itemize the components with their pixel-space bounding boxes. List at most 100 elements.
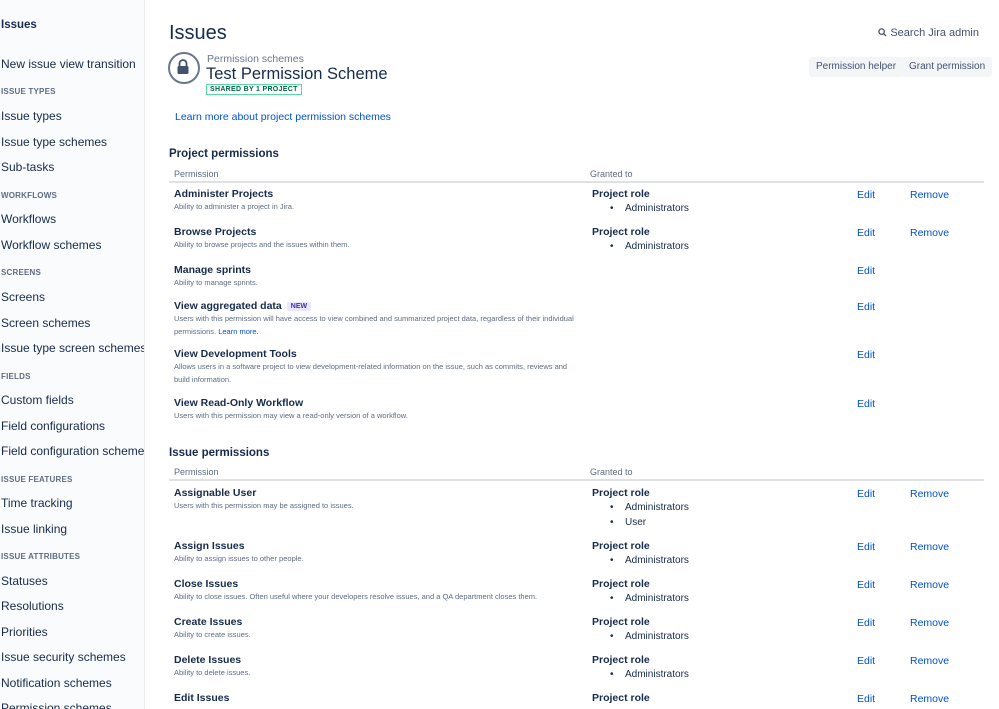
permission-name: Assign Issues xyxy=(174,540,245,552)
sidebar-section-heading: ISSUE TYPES xyxy=(1,87,56,96)
sidebar-item[interactable]: Issue types xyxy=(1,109,62,123)
permission-name: View Read-Only Workflow xyxy=(174,397,303,409)
grantee-label: Administrators xyxy=(625,593,689,604)
permission-name-text: View aggregated data xyxy=(174,300,282,312)
sidebar-item[interactable]: New issue view transition xyxy=(1,57,136,71)
edit-permission-link[interactable]: Edit xyxy=(857,617,875,629)
sidebar-item[interactable]: Issue security schemes xyxy=(1,650,126,664)
remove-permission-link[interactable]: Remove xyxy=(910,617,949,629)
permission-name: Administer Projects xyxy=(174,188,273,200)
sidebar-item[interactable]: Issue type schemes xyxy=(1,135,107,149)
issue-col-permission: Permission xyxy=(174,467,219,477)
permission-name: Manage sprints xyxy=(174,264,251,276)
breadcrumb-permission-schemes[interactable]: Permission schemes xyxy=(207,53,304,65)
permission-description: Ability to create issues. xyxy=(174,629,584,642)
permission-name-text: Close Issues xyxy=(174,578,239,590)
sidebar-item[interactable]: Sub-tasks xyxy=(1,160,54,174)
granted-role-type: Project role xyxy=(592,654,650,666)
scheme-lock-avatar xyxy=(168,52,200,84)
remove-permission-link[interactable]: Remove xyxy=(910,693,949,705)
grantee-label: Administrators xyxy=(625,669,689,680)
edit-permission-link[interactable]: Edit xyxy=(857,301,875,313)
sidebar-item[interactable]: Workflow schemes xyxy=(1,238,101,252)
grantee-label: User xyxy=(625,517,647,528)
sidebar-item[interactable]: Screens xyxy=(1,290,45,304)
grantee-label: Administrators xyxy=(625,241,689,252)
grantee-item: Administrators xyxy=(610,502,689,513)
sidebar-item[interactable]: Screen schemes xyxy=(1,316,90,330)
sidebar-title: Issues xyxy=(1,19,37,31)
grantee-label: Administrators xyxy=(625,502,689,513)
permission-description-text: Users with this permission may be assign… xyxy=(174,501,354,510)
permission-name-text: Browse Projects xyxy=(174,226,257,238)
permission-name-text: Administer Projects xyxy=(174,188,274,200)
permission-description: Ability to manage sprints. xyxy=(174,277,584,290)
sidebar-item[interactable]: Custom fields xyxy=(1,393,74,407)
sidebar-item[interactable]: Field configuration schemes xyxy=(1,444,144,458)
permission-name: View Development Tools xyxy=(174,348,297,360)
edit-permission-link[interactable]: Edit xyxy=(857,349,875,361)
permission-name: Assignable User xyxy=(174,487,256,499)
edit-permission-link[interactable]: Edit xyxy=(857,488,875,500)
sidebar-section-heading: FIELDS xyxy=(1,372,31,381)
project-col-permission: Permission xyxy=(174,169,219,179)
sidebar-item[interactable]: Workflows xyxy=(1,212,56,226)
learn-more-link[interactable]: Learn more about project permission sche… xyxy=(175,111,391,123)
remove-permission-link[interactable]: Remove xyxy=(910,227,949,239)
grant-permission-button[interactable]: Grant permission xyxy=(902,57,993,77)
sidebar-item[interactable]: Permission schemes xyxy=(1,701,112,709)
granted-role-type: Project role xyxy=(592,540,650,552)
issue-permissions-title: Issue permissions xyxy=(169,447,270,459)
edit-permission-link[interactable]: Edit xyxy=(857,398,875,410)
learn-more-inline-link[interactable]: Learn more. xyxy=(218,327,258,336)
scheme-name: Test Permission Scheme xyxy=(206,65,388,83)
permission-name-text: View Development Tools xyxy=(174,348,297,360)
remove-permission-link[interactable]: Remove xyxy=(910,488,949,500)
permission-name-text: Assign Issues xyxy=(174,540,245,552)
search-jira-admin-link[interactable]: Search Jira admin xyxy=(878,27,979,39)
sidebar-item[interactable]: Priorities xyxy=(1,625,48,639)
permission-name-text: Manage sprints xyxy=(174,264,252,276)
edit-permission-link[interactable]: Edit xyxy=(857,579,875,591)
edit-permission-link[interactable]: Edit xyxy=(857,189,875,201)
edit-permission-link[interactable]: Edit xyxy=(857,227,875,239)
permission-name: Close Issues xyxy=(174,578,238,590)
sidebar-section-heading: ISSUE ATTRIBUTES xyxy=(1,552,81,561)
sidebar-section-heading: WORKFLOWS xyxy=(1,191,58,200)
granted-role-type: Project role xyxy=(592,616,650,628)
grantee-label: Administrators xyxy=(625,631,689,642)
permission-description: Ability to administer a project in Jira. xyxy=(174,201,584,214)
remove-permission-link[interactable]: Remove xyxy=(910,541,949,553)
remove-permission-link[interactable]: Remove xyxy=(910,189,949,201)
remove-permission-link[interactable]: Remove xyxy=(910,579,949,591)
permission-description-text: Ability to delete issues. xyxy=(174,668,251,677)
edit-permission-link[interactable]: Edit xyxy=(857,655,875,667)
granted-role-type: Project role xyxy=(592,487,650,499)
permission-description-text: Ability to administer a project in Jira. xyxy=(174,202,295,211)
permission-description: Users with this permission will have acc… xyxy=(174,313,584,338)
edit-permission-link[interactable]: Edit xyxy=(857,541,875,553)
remove-permission-link[interactable]: Remove xyxy=(910,655,949,667)
edit-permission-link[interactable]: Edit xyxy=(857,693,875,705)
permission-description: Users with this permission may be assign… xyxy=(174,500,584,513)
permission-description: Ability to close issues. Often useful wh… xyxy=(174,591,584,604)
permission-helper-button[interactable]: Permission helper xyxy=(809,57,904,77)
sidebar-item[interactable]: Time tracking xyxy=(1,496,73,510)
sidebar-item[interactable]: Issue type screen schemes xyxy=(1,341,144,355)
sidebar-item[interactable]: Field configurations xyxy=(1,419,105,433)
grantee-label: Administrators xyxy=(625,203,689,214)
permission-name-text: View Read-Only Workflow xyxy=(174,397,304,409)
project-col-granted-to: Granted to xyxy=(590,169,633,179)
sidebar-item[interactable]: Issue linking xyxy=(1,522,67,536)
grantee-item: Administrators xyxy=(610,241,689,252)
grantee-item: Administrators xyxy=(610,555,689,566)
permission-description: Allows users in a software project to vi… xyxy=(174,361,584,386)
sidebar-item[interactable]: Notification schemes xyxy=(1,676,112,690)
edit-permission-link[interactable]: Edit xyxy=(857,265,875,277)
shared-badge[interactable]: SHARED BY 1 PROJECT xyxy=(206,84,302,95)
permission-name: View aggregated data NEW xyxy=(174,300,312,312)
sidebar-item[interactable]: Resolutions xyxy=(1,599,64,613)
grantee-item: Administrators xyxy=(610,203,689,214)
granted-role-type: Project role xyxy=(592,578,650,590)
sidebar-item[interactable]: Statuses xyxy=(1,574,48,588)
